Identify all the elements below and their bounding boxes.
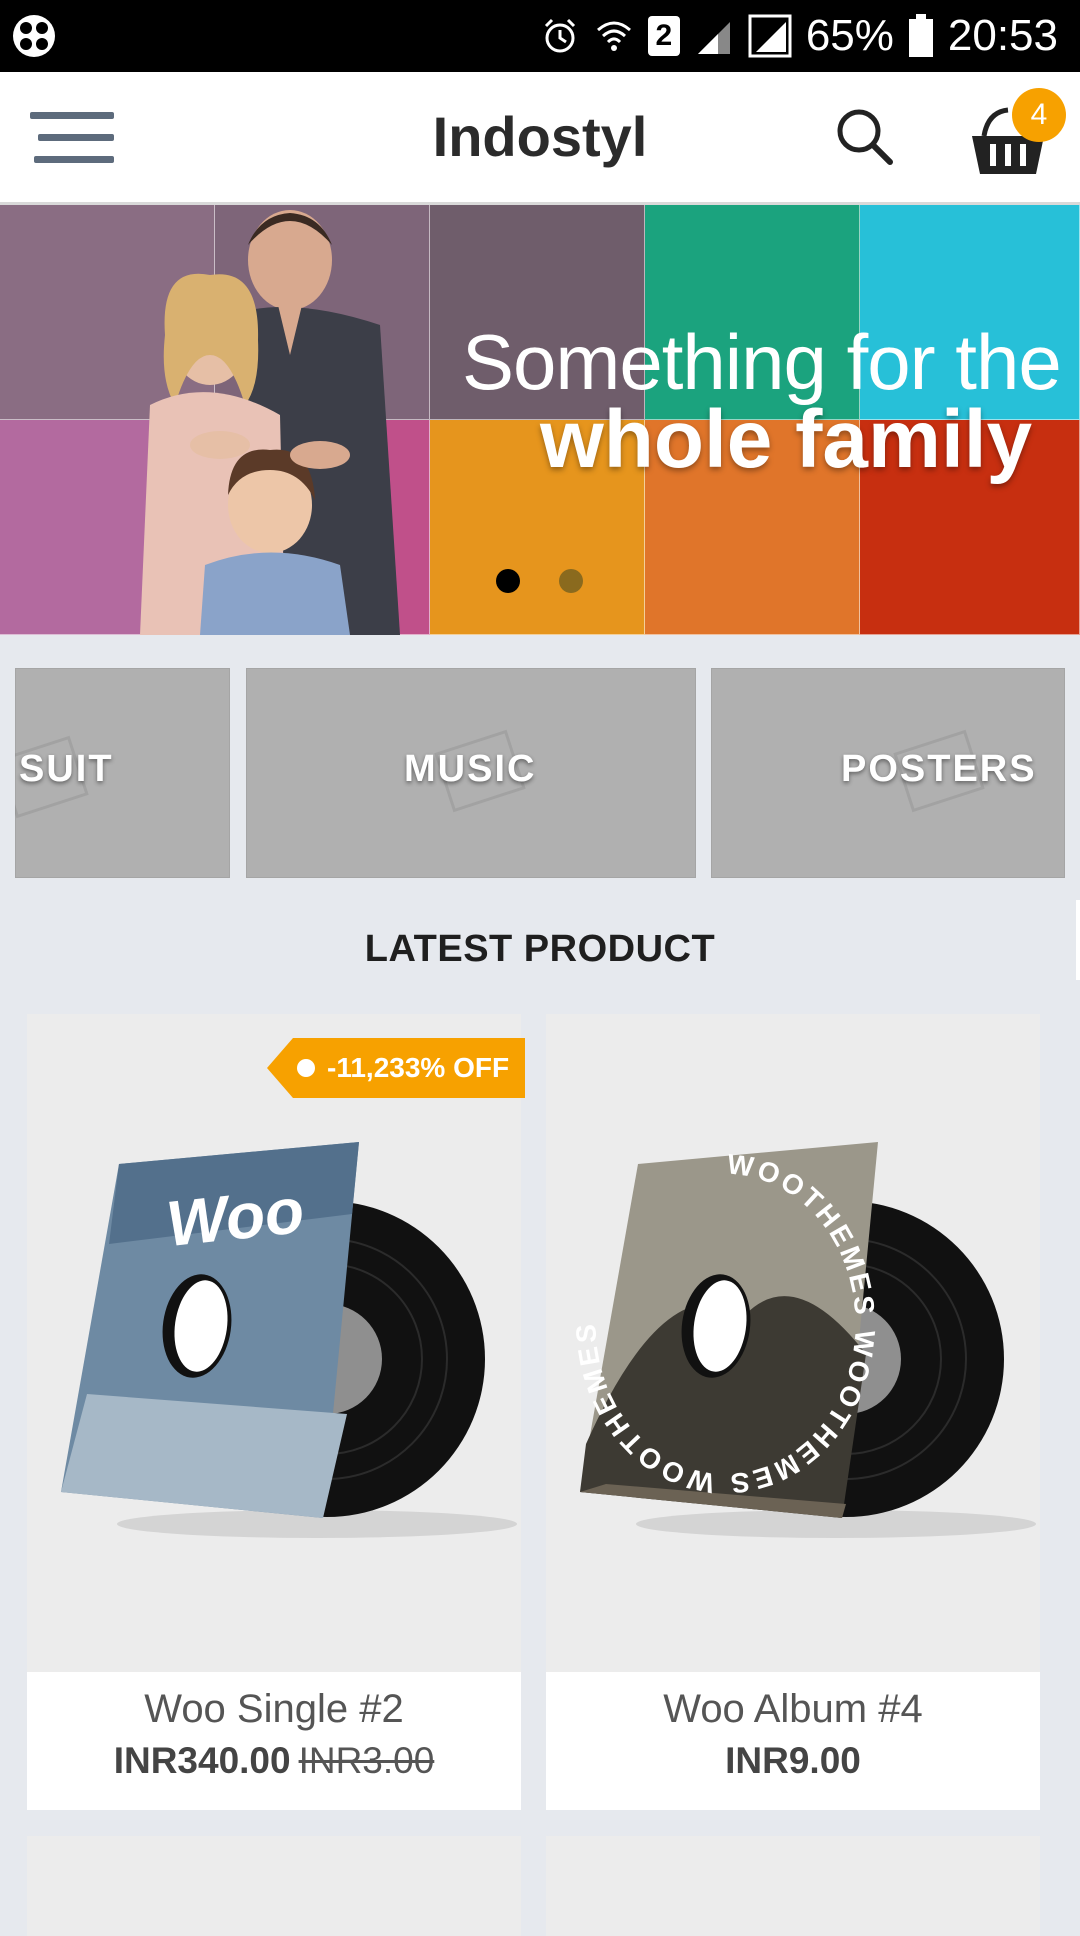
product-card[interactable]: [27, 1836, 521, 1936]
product-price: INR340.00 INR3.00: [27, 1738, 521, 1784]
vinyl-record-image: WOOTHEMES WOOTHEMES WOOTHEMES: [570, 1142, 1036, 1538]
category-carousel: SUIT MUSIC POSTERS: [0, 654, 1080, 880]
category-label: SUIT: [19, 748, 114, 790]
battery-percent: 65%: [805, 11, 894, 60]
banner-subheadline: whole family: [540, 394, 1033, 485]
current-price: INR9.00: [725, 1740, 861, 1781]
original-price: INR3.00: [298, 1740, 435, 1781]
category-card-music[interactable]: MUSIC: [246, 668, 696, 878]
battery-icon: [908, 14, 933, 57]
product-image: Woo: [27, 1014, 521, 1672]
product-name: Woo Album #4: [663, 1687, 923, 1731]
category-card-suit[interactable]: SUIT: [15, 668, 230, 878]
app-header: Indostyl: [0, 72, 1080, 205]
status-icons: 2 65% 20:53: [540, 8, 1058, 64]
cart-count-badge: 4: [1012, 88, 1066, 142]
product-card[interactable]: WOOTHEMES WOOTHEMES WOOTHEMES Woo Album …: [546, 1014, 1040, 1810]
product-card[interactable]: [546, 1836, 1040, 1936]
vinyl-record-image: Woo: [61, 1142, 517, 1538]
alarm-icon: [544, 18, 575, 53]
family-photo: [140, 210, 400, 635]
product-name: Woo Single #2: [144, 1687, 404, 1731]
hero-banner[interactable]: Something for the whole family: [0, 205, 1080, 635]
signal-icon: [697, 22, 730, 54]
category-card-posters[interactable]: POSTERS: [711, 668, 1065, 878]
discount-text: -11,233% OFF: [327, 1052, 510, 1083]
product-card[interactable]: Woo -11,233% OFF Woo Single #2 INR340.00…: [27, 1014, 525, 1810]
cover-text: Woo: [163, 1174, 307, 1260]
app-title: Indostyl: [432, 105, 648, 168]
product-price: INR9.00: [546, 1738, 1040, 1784]
sim-icon: 2: [647, 16, 680, 56]
menu-icon[interactable]: [30, 100, 114, 172]
signal-icon: [748, 14, 792, 58]
clock: 20:53: [947, 11, 1058, 60]
tag-icon: [297, 1059, 315, 1077]
category-label: MUSIC: [404, 748, 537, 790]
product-image: WOOTHEMES WOOTHEMES WOOTHEMES: [546, 1014, 1040, 1672]
search-icon[interactable]: [832, 104, 896, 168]
discount-badge: -11,233% OFF: [267, 1038, 525, 1098]
wifi-icon: [596, 21, 631, 51]
category-label: POSTERS: [841, 748, 1037, 790]
app-icon: [13, 15, 55, 57]
carousel-dot-2[interactable]: [559, 569, 583, 593]
carousel-dot-1[interactable]: [496, 569, 520, 593]
current-price: INR340.00: [113, 1740, 291, 1781]
status-bar: 2 65% 20:53: [0, 0, 1080, 72]
section-title: LATEST PRODUCT: [364, 928, 716, 970]
